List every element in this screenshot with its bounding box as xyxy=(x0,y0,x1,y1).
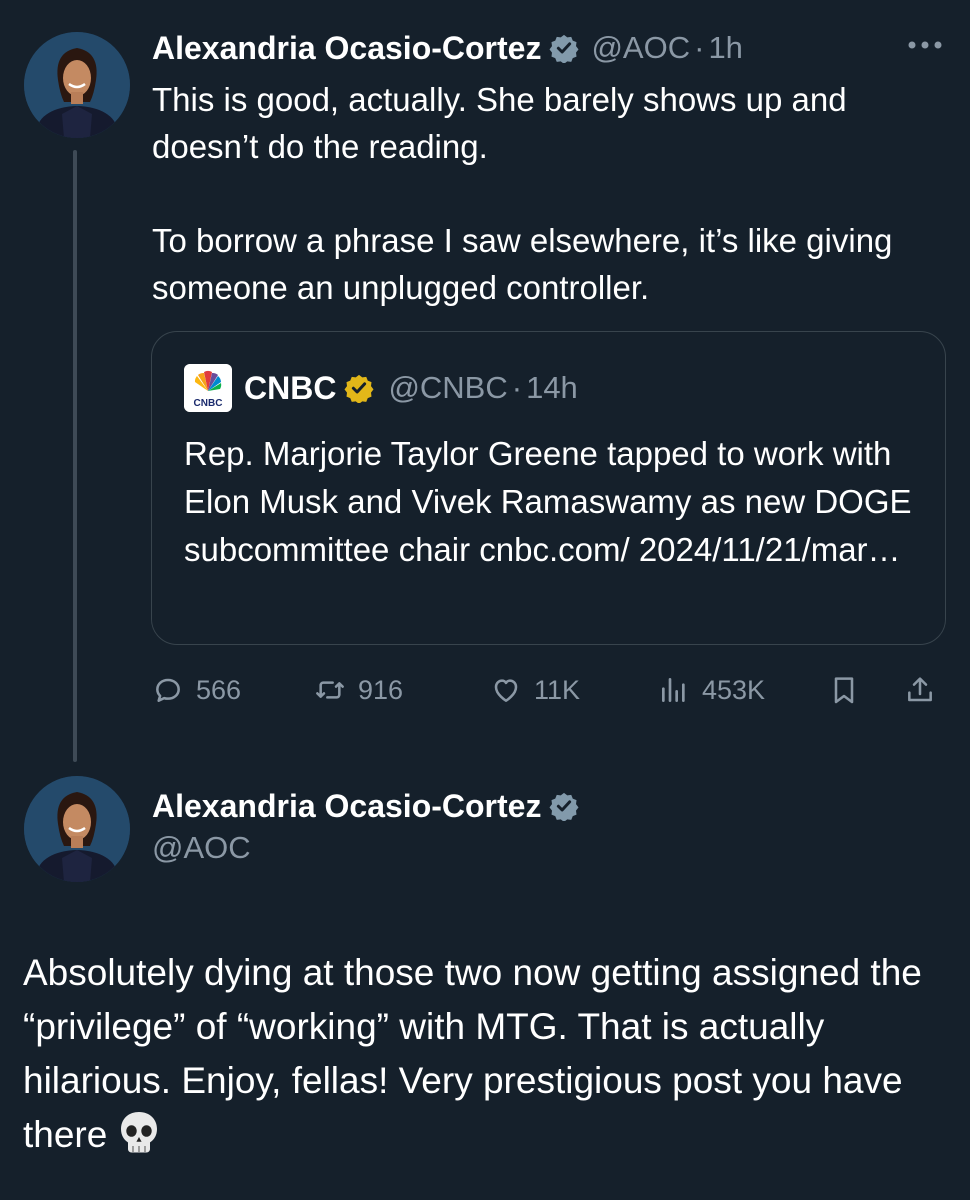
quoted-tweet-timestamp[interactable]: 14h xyxy=(526,370,578,406)
like-count: 11K xyxy=(534,674,581,705)
reply-icon xyxy=(156,678,180,702)
author-handle[interactable]: @AOC xyxy=(152,830,251,866)
reply-button[interactable]: 566 xyxy=(152,668,241,712)
retweet-button[interactable]: 916 xyxy=(314,668,403,712)
tweet-text: This is good, actually. She barely shows… xyxy=(152,76,942,311)
avatar[interactable] xyxy=(24,32,130,138)
cnbc-logo-text: CNBC xyxy=(194,398,223,409)
verified-gold-badge-icon xyxy=(344,374,374,403)
quoted-author-name[interactable]: CNBC xyxy=(244,370,336,407)
tweet-timestamp[interactable]: 1h xyxy=(708,30,742,66)
skull-emoji-icon xyxy=(121,1112,158,1153)
bookmark-button[interactable] xyxy=(828,668,860,712)
quoted-tweet-card[interactable]: CNBC CNBC @CNBC · 14h Rep. Marjorie Tayl… xyxy=(151,331,946,645)
author-handle[interactable]: @AOC xyxy=(591,30,690,66)
avatar-image xyxy=(24,776,130,882)
avatar[interactable] xyxy=(24,776,130,882)
separator-dot: · xyxy=(694,30,705,65)
share-button[interactable] xyxy=(904,668,936,712)
author-name[interactable]: Alexandria Ocasio-Cortez xyxy=(152,30,541,67)
retweet-count: 916 xyxy=(358,674,404,705)
quoted-tweet-text: Rep. Marjorie Taylor Greene tapped to wo… xyxy=(184,435,912,568)
views-chart-icon xyxy=(662,678,685,702)
tweet-text: Absolutely dying at those two now gettin… xyxy=(23,946,943,1162)
thread-connector-line xyxy=(73,150,77,762)
tweet-header: Alexandria Ocasio-Cortez @AOC · 1h xyxy=(152,28,743,68)
author-name[interactable]: Alexandria Ocasio-Cortez xyxy=(152,788,541,825)
tweet-paragraph: To borrow a phrase I saw elsewhere, it’s… xyxy=(152,222,893,306)
bookmark-icon xyxy=(834,677,854,704)
verified-badge-icon xyxy=(549,34,579,63)
view-count: 453K xyxy=(702,674,766,705)
thread-page: Alexandria Ocasio-Cortez @AOC · 1h This … xyxy=(0,0,970,1200)
reply-count: 566 xyxy=(196,674,242,705)
separator-dot: · xyxy=(511,370,523,405)
quoted-tweet-header: CNBC CNBC @CNBC · 14h xyxy=(184,364,578,412)
tweet-header: Alexandria Ocasio-Cortez xyxy=(152,786,579,826)
avatar-image xyxy=(24,32,130,138)
more-options-icon[interactable] xyxy=(905,38,945,52)
tweet-paragraph: This is good, actually. She barely shows… xyxy=(152,81,847,165)
share-icon xyxy=(908,677,932,702)
retweet-icon xyxy=(316,681,344,699)
verified-badge-icon xyxy=(549,792,579,821)
heart-icon xyxy=(494,679,518,702)
views-button[interactable]: 453K xyxy=(658,668,765,712)
cnbc-logo-icon[interactable]: CNBC xyxy=(184,364,232,412)
like-button[interactable]: 11K xyxy=(490,668,580,712)
tweet-action-bar: 566 916 11K 453K xyxy=(152,668,947,712)
quoted-author-handle[interactable]: @CNBC xyxy=(388,370,507,406)
